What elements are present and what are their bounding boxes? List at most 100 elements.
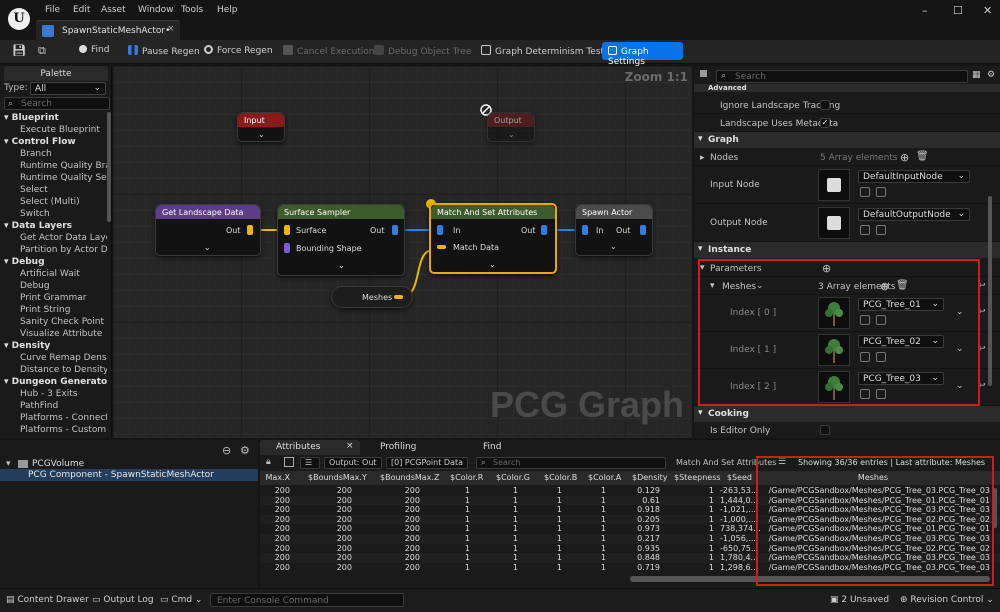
palette-item[interactable]: Platforms - Connect 2 Exits bbox=[0, 412, 107, 424]
pause-regen-button[interactable]: Pause Regen bbox=[128, 45, 200, 57]
browse-icon[interactable] bbox=[860, 225, 870, 235]
lock-icon[interactable]: 🔒︎ bbox=[266, 457, 271, 467]
attributes-search-input[interactable]: ⌕ Search bbox=[476, 457, 666, 469]
palette-category[interactable]: ▾ Debug bbox=[0, 256, 107, 268]
column-header[interactable]: $BoundsMax.Y bbox=[308, 473, 367, 482]
back-icon[interactable]: ⊖ bbox=[222, 444, 231, 457]
palette-item[interactable]: Switch bbox=[0, 208, 107, 220]
document-tab[interactable]: SpawnStaticMeshActor• × bbox=[36, 20, 180, 40]
palette-item[interactable]: Execute Blueprint bbox=[0, 124, 107, 136]
palette-item[interactable]: Platforms - Custom Exits bbox=[0, 424, 107, 436]
menu-window[interactable]: Window bbox=[138, 5, 174, 15]
debug-object-tree-button[interactable]: Debug Object Tree bbox=[374, 45, 471, 57]
menu-file[interactable]: File bbox=[45, 5, 60, 15]
chevron-down-icon[interactable]: ⌄ bbox=[204, 243, 211, 252]
unsaved-button[interactable]: ▣ 2 Unsaved bbox=[830, 595, 889, 605]
browse-icon[interactable]: ⧉ bbox=[38, 44, 46, 58]
chevron-down-icon[interactable]: ⌄ bbox=[338, 261, 345, 270]
palette-item[interactable]: Select (Multi) bbox=[0, 196, 107, 208]
palette-category[interactable]: ▾ Data Layers bbox=[0, 220, 107, 232]
cancel-execution-button[interactable]: Cancel Execution bbox=[283, 45, 375, 57]
find-button[interactable]: Find bbox=[79, 45, 109, 55]
in-pin[interactable] bbox=[582, 225, 588, 235]
column-header[interactable]: Max.X bbox=[262, 473, 290, 482]
palette-item[interactable]: Branch bbox=[0, 148, 107, 160]
get-landscape-data-node[interactable]: Get Landscape Data Out ⌄ bbox=[155, 204, 261, 256]
palette-item[interactable]: Curve Remap Density bbox=[0, 352, 107, 364]
focus-icon[interactable] bbox=[284, 457, 294, 467]
cmd-button[interactable]: ▭ Cmd ⌄ bbox=[160, 595, 203, 605]
browse-icon[interactable] bbox=[860, 187, 870, 197]
instance-section[interactable]: ▾ Instance bbox=[694, 242, 1000, 258]
chevron-down-icon[interactable]: ⌄ bbox=[489, 260, 496, 269]
chevron-right-icon[interactable]: ▸ bbox=[700, 153, 705, 163]
out-pin[interactable] bbox=[640, 225, 646, 235]
meshes-out-pin[interactable] bbox=[394, 295, 403, 299]
column-header[interactable]: $Steepness bbox=[674, 473, 721, 482]
settings-icon[interactable]: ⚙ bbox=[987, 70, 995, 80]
column-header[interactable]: $Density bbox=[632, 473, 668, 482]
type-select[interactable]: All ⌄ bbox=[30, 82, 106, 95]
output-log-button[interactable]: ▭ Output Log bbox=[92, 595, 154, 605]
output-select[interactable]: Output: Out bbox=[324, 457, 382, 469]
graph-settings-button[interactable]: Graph Settings bbox=[602, 42, 683, 67]
cooking-section[interactable]: ▾ Cooking bbox=[694, 406, 1000, 422]
input-node-dropdown[interactable]: DefaultInputNode ⌄ bbox=[858, 170, 970, 183]
output-node-dropdown[interactable]: DefaultOutputNode ⌄ bbox=[858, 208, 970, 221]
menu-tools[interactable]: Tools bbox=[181, 5, 203, 15]
palette-item[interactable]: Print Grammar bbox=[0, 292, 107, 304]
match-data-pin[interactable] bbox=[437, 245, 446, 249]
filter-button[interactable]: ☰ bbox=[300, 457, 320, 469]
column-header[interactable]: $BoundsMax.Z bbox=[380, 473, 439, 482]
column-header[interactable]: $Color.A bbox=[588, 473, 621, 482]
use-selected-icon[interactable] bbox=[876, 187, 886, 197]
force-regen-button[interactable]: Force Regen bbox=[204, 45, 273, 56]
lock-icon[interactable] bbox=[700, 70, 707, 77]
tab-find[interactable]: Find bbox=[483, 440, 501, 455]
column-header[interactable]: $Seed bbox=[720, 473, 752, 482]
palette-item[interactable]: Distance to Density bbox=[0, 364, 107, 376]
input-node[interactable]: Input ⌄ bbox=[237, 112, 285, 142]
chevron-down-icon[interactable]: ⌄ bbox=[258, 130, 265, 139]
point-data-select[interactable]: [0] PCGPoint Data bbox=[386, 457, 468, 469]
palette-scrollbar[interactable] bbox=[107, 112, 111, 222]
meshes-parameter-node[interactable]: Meshes bbox=[331, 286, 413, 308]
chevron-down-icon[interactable]: ⌄ bbox=[610, 242, 617, 251]
output-node[interactable]: Output ⌄ bbox=[487, 112, 535, 142]
out-pin[interactable] bbox=[541, 225, 547, 235]
settings-icon[interactable]: ⚙ bbox=[240, 444, 250, 457]
details-search-input[interactable]: ⌕ Search bbox=[716, 70, 968, 83]
palette-category[interactable]: ▾ Density bbox=[0, 340, 107, 352]
graph-canvas[interactable]: Zoom 1:1 PCG Graph Input ⌄ Output ⌄ Get … bbox=[113, 66, 692, 438]
grid-icon[interactable]: ▦ bbox=[972, 70, 981, 80]
column-header[interactable]: $Color.B bbox=[544, 473, 577, 482]
menu-asset[interactable]: Asset bbox=[101, 5, 126, 15]
save-icon[interactable]: 💾︎ bbox=[12, 44, 26, 57]
out-pin[interactable] bbox=[392, 225, 398, 235]
bounding-shape-pin[interactable] bbox=[284, 243, 290, 253]
landscape-metadata-checkbox[interactable]: ✓ bbox=[820, 118, 830, 128]
out-pin[interactable] bbox=[247, 225, 253, 235]
menu-help[interactable]: Help bbox=[217, 5, 238, 15]
palette-item[interactable]: Runtime Quality Branch bbox=[0, 160, 107, 172]
content-drawer-button[interactable]: ▤ Content Drawer bbox=[6, 595, 89, 605]
palette-item[interactable]: Visualize Attribute bbox=[0, 328, 107, 340]
palette-item[interactable]: PathFind bbox=[0, 400, 107, 412]
palette-item[interactable]: Runtime Quality Select bbox=[0, 172, 107, 184]
palette-item[interactable]: Get Actor Data Layers bbox=[0, 232, 107, 244]
close-window-icon[interactable]: ✕ bbox=[983, 4, 992, 17]
in-pin[interactable] bbox=[437, 225, 443, 235]
palette-category[interactable]: ▾ Control Flow bbox=[0, 136, 107, 148]
pcg-component-row[interactable]: PCG Component - SpawnStaticMeshActor bbox=[0, 469, 258, 481]
maximize-icon[interactable]: ☐ bbox=[953, 4, 963, 17]
details-scrollbar[interactable] bbox=[988, 196, 992, 386]
chevron-down-icon[interactable]: ⌄ bbox=[508, 130, 515, 139]
revision-control-button[interactable]: ⊕ Revision Control ⌄ bbox=[900, 595, 994, 605]
column-header[interactable]: $Color.G bbox=[496, 473, 530, 482]
palette-tab[interactable]: Palette bbox=[4, 66, 108, 81]
use-selected-icon[interactable] bbox=[876, 225, 886, 235]
palette-category[interactable]: ▾ Blueprint bbox=[0, 112, 107, 124]
close-icon[interactable]: × bbox=[346, 441, 354, 451]
add-icon[interactable]: ⊕ bbox=[900, 151, 909, 164]
palette-item[interactable]: Sanity Check Point Data bbox=[0, 316, 107, 328]
